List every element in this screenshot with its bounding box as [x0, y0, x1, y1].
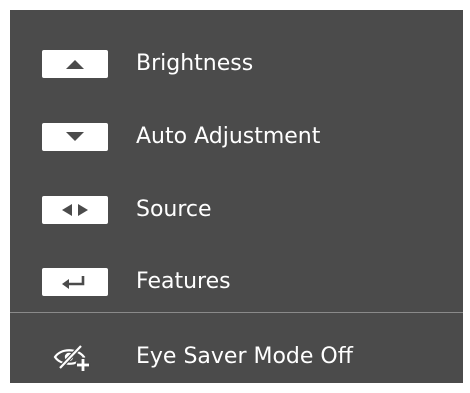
- menu-item-brightness[interactable]: Brightness: [10, 34, 463, 94]
- enter-key[interactable]: [42, 268, 108, 296]
- left-right-key[interactable]: [42, 196, 108, 224]
- auto-adjustment-label: Auto Adjustment: [136, 124, 321, 149]
- monitor-osd-menu: Brightness Auto Adjustment Source Featur…: [10, 10, 463, 383]
- menu-item-eye-saver-mode[interactable]: Eye Saver Mode Off: [10, 327, 463, 387]
- source-label: Source: [136, 197, 212, 222]
- menu-item-features[interactable]: Features: [10, 252, 463, 312]
- up-key[interactable]: [42, 50, 108, 78]
- enter-return-icon: [62, 276, 85, 289]
- eye-saver-off-icon: [53, 344, 91, 373]
- down-key[interactable]: [42, 123, 108, 151]
- up-triangle-icon: [66, 60, 84, 69]
- eye-saver-mode-label: Eye Saver Mode Off: [136, 344, 353, 369]
- menu-item-source[interactable]: Source: [10, 180, 463, 240]
- left-right-triangles-icon: [62, 204, 88, 216]
- down-triangle-icon: [66, 132, 84, 141]
- features-label: Features: [136, 269, 231, 294]
- brightness-label: Brightness: [136, 51, 254, 76]
- menu-divider: [10, 312, 463, 313]
- menu-item-auto-adjustment[interactable]: Auto Adjustment: [10, 107, 463, 167]
